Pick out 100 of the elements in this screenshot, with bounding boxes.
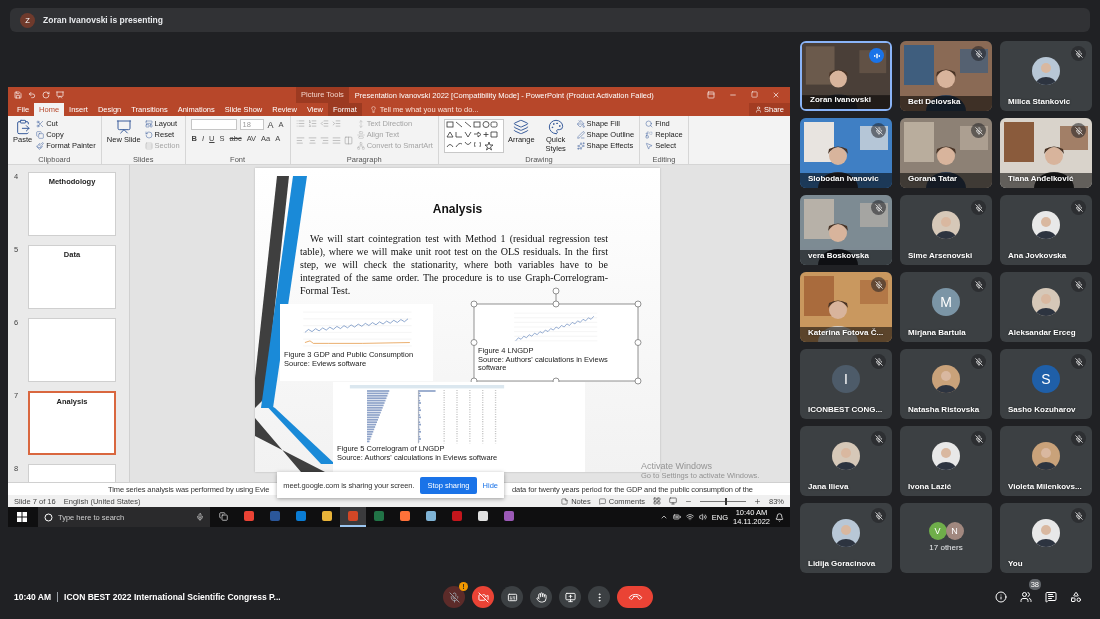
comments-icon: [598, 497, 606, 505]
section-icon: [144, 142, 153, 150]
pen-icon: [576, 131, 585, 139]
smartart-icon: [356, 142, 365, 150]
slide-paragraph: We will start cointegration test with Method 1 (residual regression test table), where we will make unit root test on the OLS residuals. In the first step, we will check the stationarity, where both variables have to be integrated of the same order. The procedure is to use Graph-Correlogram-Formal Test.: [300, 232, 608, 297]
activation-title: Activate Windows: [641, 461, 714, 471]
battery-icon[interactable]: [672, 513, 681, 521]
person-icon: [755, 106, 762, 113]
others-count: 17 others: [929, 543, 963, 552]
avatar: [932, 442, 960, 470]
meeting-time: 10:40 AM: [14, 592, 51, 602]
reset-icon: [144, 131, 153, 139]
activities-button[interactable]: [1070, 591, 1082, 603]
participant-name: Sime Arsenovski: [908, 251, 973, 260]
ribbon-display-icon[interactable]: [707, 91, 715, 99]
microphone-icon[interactable]: [196, 513, 204, 521]
captions-icon: [506, 591, 518, 603]
align-icon: [356, 131, 365, 139]
selection-handles[interactable]: [470, 287, 642, 385]
raise-hand-button[interactable]: [530, 586, 552, 608]
palette-icon: [547, 119, 564, 135]
leave-call-button[interactable]: [617, 586, 653, 608]
camera-off-icon: [477, 591, 489, 603]
text-direction-icon: [356, 120, 365, 128]
replace-icon: [645, 131, 654, 139]
participant-name: Aleksandar Erceg: [1008, 328, 1076, 337]
avatar: S: [1032, 365, 1060, 393]
avatar: [1032, 211, 1060, 239]
font-name-field[interactable]: [190, 119, 237, 130]
captions-button[interactable]: [501, 586, 523, 608]
volume-icon[interactable]: [698, 513, 707, 521]
presenting-text: Zoran Ivanovski is presenting: [43, 15, 163, 25]
zoom-in-icon[interactable]: [754, 497, 761, 505]
participant-name: Gorana Tatar: [908, 174, 958, 183]
hand-icon: [535, 591, 547, 603]
layout-icon: [144, 120, 153, 128]
slide-title: Analysis: [431, 202, 484, 216]
circle-icon: [44, 512, 53, 522]
chat-button[interactable]: [1045, 591, 1057, 603]
undo-icon[interactable]: [28, 91, 36, 99]
avatar: M: [932, 288, 960, 316]
avatar: [932, 211, 960, 239]
participant-name: vera Boskovska: [808, 251, 869, 260]
zoom-thumb[interactable]: [725, 497, 728, 505]
avatar: [1032, 519, 1060, 547]
participant-name: Beti Delovska: [908, 97, 961, 106]
slide-thumbnail[interactable]: [28, 318, 116, 382]
shape-gallery[interactable]: [443, 119, 504, 153]
info-button[interactable]: [995, 591, 1007, 603]
participant-name: Tiana Anđelković: [1008, 174, 1074, 183]
avatar: V: [928, 522, 947, 540]
close-icon[interactable]: [772, 91, 780, 99]
paint-bucket-icon: [576, 120, 585, 128]
clipboard-icon: [14, 119, 31, 135]
participant-name: ICONBEST CONG...: [808, 405, 883, 414]
reading-view-icon[interactable]: [669, 497, 677, 505]
lightbulb-icon: [369, 106, 377, 113]
restore-icon[interactable]: [751, 91, 758, 98]
avatar: [832, 519, 860, 547]
search-icon: [645, 120, 654, 128]
pointer-icon: [645, 142, 654, 150]
people-button[interactable]: [1020, 591, 1032, 603]
avatar: [932, 365, 960, 393]
layers-icon: [513, 119, 530, 135]
participant-name: You: [1008, 559, 1023, 568]
slideshow-icon[interactable]: [56, 91, 64, 99]
participant-name: Mirjana Bartula: [908, 328, 966, 337]
view-icon[interactable]: [653, 497, 661, 505]
app-icon[interactable]: [340, 507, 366, 527]
font-size-button[interactable]: A: [266, 119, 275, 130]
participant-name: Violeta Milenkovs...: [1008, 482, 1082, 491]
present-icon: [564, 591, 576, 603]
camera-button[interactable]: [472, 586, 494, 608]
save-icon[interactable]: [14, 91, 22, 99]
copy-icon: [36, 131, 45, 139]
present-button[interactable]: [559, 586, 581, 608]
avatar: [1032, 57, 1060, 85]
avatar: [1032, 442, 1060, 470]
participant-name: Ivona Lazić: [908, 482, 952, 491]
participant-name: Natasha Ristovska: [908, 405, 980, 414]
avatar: I: [832, 365, 860, 393]
participant-name: Katerina Fotova Č...: [808, 328, 884, 337]
participant-name: Ana Jovkovska: [1008, 251, 1067, 260]
participant-name: Zoran Ivanovski: [810, 95, 871, 104]
participant-name: Sasho Kozuharov: [1008, 405, 1076, 414]
participant-name: Slobodan Ivanovic: [808, 174, 879, 183]
redo-icon[interactable]: [42, 91, 50, 99]
sparkles-icon: [576, 142, 585, 150]
network-icon[interactable]: [685, 513, 694, 521]
participant-name: Jana Ilieva: [808, 482, 849, 491]
slide-icon: [115, 119, 132, 135]
more-button[interactable]: [588, 586, 610, 608]
avatar: [1032, 288, 1060, 316]
avatar: [832, 442, 860, 470]
scissors-icon: [36, 120, 45, 128]
muted-mic-icon: [448, 591, 460, 603]
participant-name: Milica Stankovic: [1008, 97, 1071, 106]
avatar: N: [945, 522, 964, 540]
notification-icon[interactable]: [775, 512, 784, 522]
chevron-icon[interactable]: [659, 513, 668, 521]
